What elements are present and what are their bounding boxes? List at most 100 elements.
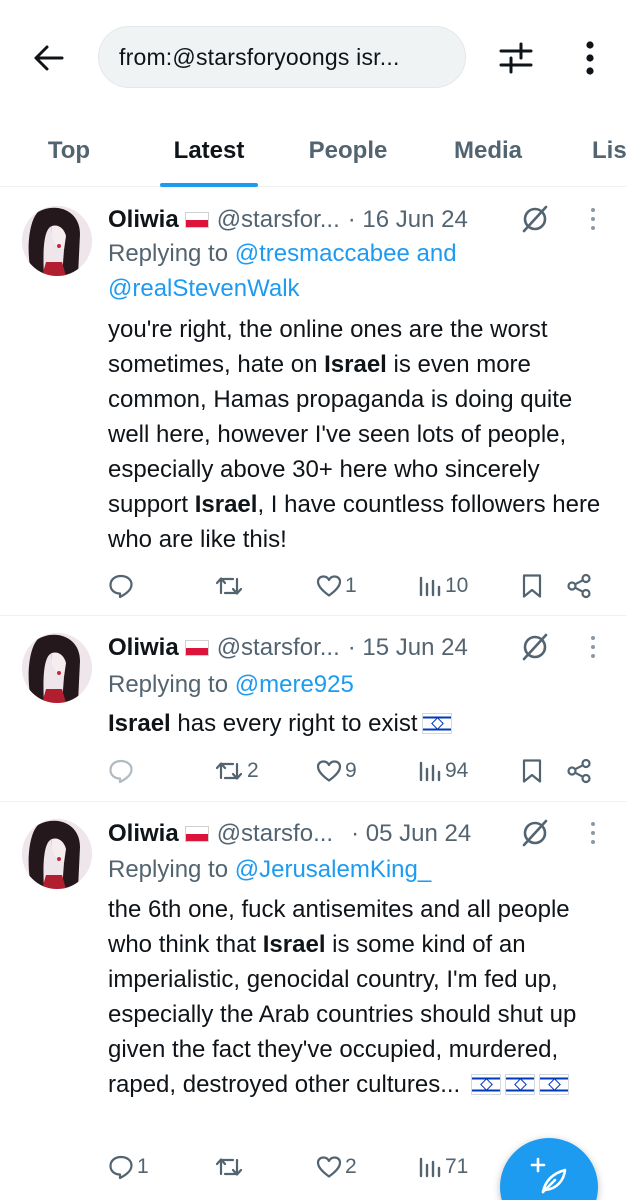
tweet-date[interactable]: · 16 Jun 24 xyxy=(348,206,468,234)
israel-flag-icon xyxy=(421,713,452,734)
tweet-header: Oliwia @starsfor... · 16 Jun 24 xyxy=(108,203,468,237)
avatar-image xyxy=(22,633,92,703)
tweet-date[interactable]: · 05 Jun 24 xyxy=(351,820,471,848)
avatar[interactable] xyxy=(22,819,92,889)
tab-people[interactable]: People xyxy=(296,115,400,187)
poland-flag-icon xyxy=(184,640,209,656)
reply-button[interactable] xyxy=(108,566,137,606)
bookmark-button[interactable] xyxy=(520,751,544,791)
view-count: 71 xyxy=(445,1155,469,1178)
poland-flag-icon xyxy=(184,212,209,228)
replying-to: Replying to @tresmaccabee and @realSteve… xyxy=(108,236,608,306)
replying-to: Replying to @JerusalemKing_ xyxy=(108,852,608,887)
view-count: 10 xyxy=(445,574,469,597)
replying-to-label: Replying to xyxy=(108,671,229,698)
like-button[interactable]: 1 xyxy=(316,566,357,606)
reply-icon xyxy=(109,759,133,784)
share-button[interactable] xyxy=(566,566,592,606)
replying-to: Replying to @mere925 xyxy=(108,667,608,702)
highlighted-keyword: Israel xyxy=(108,710,171,737)
like-count: 2 xyxy=(345,1155,357,1178)
tweet-date[interactable]: · 15 Jun 24 xyxy=(348,634,468,662)
heart-icon xyxy=(316,1156,342,1178)
poland-flag-icon xyxy=(184,826,209,842)
search-filter-button[interactable] xyxy=(494,36,538,80)
bookmark-icon xyxy=(522,574,542,598)
retweet-button[interactable]: 2 xyxy=(214,751,259,791)
search-tabs: Top Latest People Media Lis xyxy=(0,115,627,187)
tweet[interactable]: Oliwia @starsfor... · 15 Jun 24 Replying… xyxy=(0,617,627,802)
avatar[interactable] xyxy=(22,206,92,276)
heart-icon xyxy=(316,575,342,597)
highlighted-keyword: Israel xyxy=(324,351,387,378)
reply-icon xyxy=(109,574,133,599)
reply-mention[interactable]: @mere925 xyxy=(235,671,354,698)
user-handle[interactable]: @starsfor... xyxy=(217,206,340,234)
reply-button[interactable] xyxy=(108,751,137,791)
tweet-header: Oliwia @starsfor... · 15 Jun 24 xyxy=(108,631,468,665)
israel-flag-icon xyxy=(504,1074,535,1095)
display-name[interactable]: Oliwia xyxy=(108,206,179,234)
not-interested-icon xyxy=(522,205,548,233)
views-button[interactable]: 10 xyxy=(418,566,468,606)
reply-count: 1 xyxy=(137,1155,149,1178)
reply-mention[interactable]: @JerusalemKing_ xyxy=(235,856,431,883)
highlighted-keyword: Israel xyxy=(194,491,258,518)
like-count: 9 xyxy=(345,759,357,782)
share-button[interactable] xyxy=(566,751,592,791)
user-handle[interactable]: @starsfo... xyxy=(217,820,333,848)
retweet-icon xyxy=(215,1158,243,1176)
avatar[interactable] xyxy=(22,633,92,703)
israel-flag-icon xyxy=(470,1074,501,1095)
share-icon xyxy=(567,573,591,599)
replying-to-label: Replying to xyxy=(108,856,229,883)
retweet-count: 2 xyxy=(247,759,259,782)
views-chart-icon xyxy=(419,761,441,782)
tweet-text: the 6th one, fuck antisemites and all pe… xyxy=(108,892,608,1102)
heart-icon xyxy=(316,760,342,782)
like-count: 1 xyxy=(345,574,357,597)
more-vertical-icon xyxy=(586,41,594,75)
search-input[interactable]: from:@starsforyoongs isr... xyxy=(98,26,466,88)
tweet[interactable]: Oliwia @starsfor... · 16 Jun 24 Replying… xyxy=(0,188,627,616)
israel-flag-icon xyxy=(538,1074,569,1095)
views-chart-icon xyxy=(419,576,441,597)
like-button[interactable]: 2 xyxy=(316,1147,357,1187)
like-button[interactable]: 9 xyxy=(316,751,357,791)
arrow-left-icon xyxy=(34,45,64,71)
back-button[interactable] xyxy=(26,36,70,80)
bookmark-icon xyxy=(522,759,542,783)
retweet-button[interactable] xyxy=(214,566,247,606)
tweet-menu-button[interactable] xyxy=(578,632,608,662)
views-button[interactable]: 71 xyxy=(418,1147,468,1187)
tweet-menu-button[interactable] xyxy=(578,818,608,848)
tab-lists[interactable]: Lis xyxy=(592,115,627,187)
view-count: 94 xyxy=(445,759,469,782)
tab-top[interactable]: Top xyxy=(36,115,102,187)
active-tab-indicator xyxy=(160,183,258,187)
not-interested-icon xyxy=(522,633,548,661)
display-name[interactable]: Oliwia xyxy=(108,820,179,848)
tab-latest[interactable]: Latest xyxy=(160,115,258,187)
tweet-menu-button[interactable] xyxy=(578,204,608,234)
avatar-image xyxy=(22,206,92,276)
tab-media[interactable]: Media xyxy=(440,115,536,187)
tweet-header: Oliwia @starsfo... · 05 Jun 24 xyxy=(108,817,471,851)
sliders-icon xyxy=(499,42,533,74)
highlighted-keyword: Israel xyxy=(262,931,326,958)
display-name[interactable]: Oliwia xyxy=(108,634,179,662)
views-button[interactable]: 94 xyxy=(418,751,468,791)
retweet-icon xyxy=(215,577,243,595)
tweet-text: you're right, the online ones are the wo… xyxy=(108,312,608,557)
avatar-image xyxy=(22,819,92,889)
user-handle[interactable]: @starsfor... xyxy=(217,634,340,662)
views-chart-icon xyxy=(419,1157,441,1178)
more-options-button[interactable] xyxy=(568,36,612,80)
search-query: from:@starsforyoongs isr... xyxy=(119,43,400,70)
reply-icon xyxy=(109,1155,133,1180)
bookmark-button[interactable] xyxy=(520,566,544,606)
retweet-button[interactable] xyxy=(214,1147,247,1187)
reply-button[interactable]: 1 xyxy=(108,1147,149,1187)
tweet-text: Israel has every right to exist xyxy=(108,706,608,741)
tweet-text-segment: has every right to exist xyxy=(170,710,418,737)
